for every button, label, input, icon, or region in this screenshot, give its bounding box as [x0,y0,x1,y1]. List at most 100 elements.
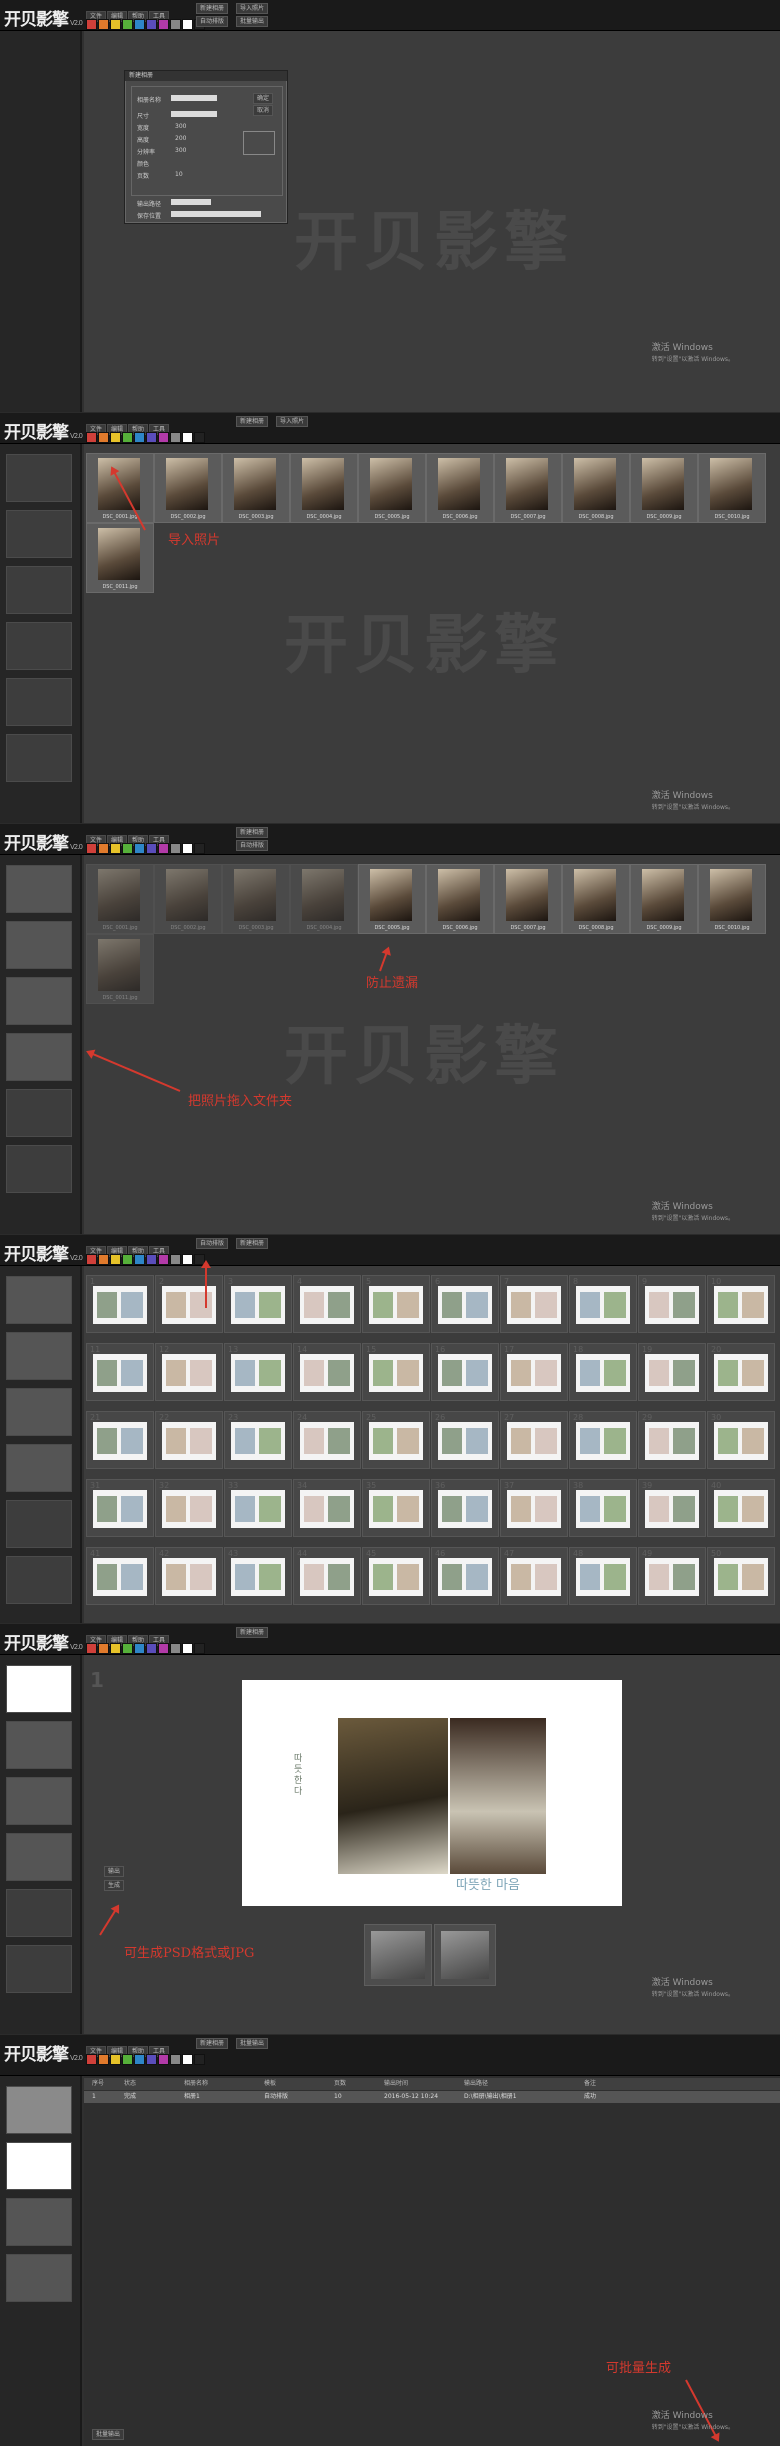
album-slot[interactable] [6,622,72,670]
color-swatch[interactable] [170,843,181,854]
layout-page-thumb[interactable]: 5 [362,1275,430,1333]
cancel-button[interactable]: 取消 [253,105,274,116]
color-swatch[interactable] [182,432,193,443]
new-album-button[interactable]: 新建相册 [236,1238,269,1249]
color-swatch[interactable] [134,19,145,30]
color-swatch[interactable] [146,1254,157,1265]
layout-page-thumb[interactable]: 45 [362,1547,430,1605]
layout-page-thumb[interactable]: 38 [569,1479,637,1537]
color-swatch[interactable] [158,843,169,854]
layout-page-thumb[interactable]: 46 [431,1547,499,1605]
width-value[interactable]: 300 [175,123,186,130]
album-slot[interactable] [6,1500,72,1548]
layout-page-thumb[interactable]: 31 [86,1479,154,1537]
column-header[interactable]: 输出时间 [384,2078,408,2090]
layout-page-thumb[interactable]: 13 [224,1343,292,1401]
photo-thumbnail[interactable]: DSC_0003.jpg [222,864,290,934]
album-name-input[interactable] [171,95,217,101]
color-swatch[interactable] [98,843,109,854]
color-swatch[interactable] [86,843,97,854]
column-header[interactable]: 页数 [334,2078,346,2090]
auto-layout-button[interactable]: 自动排版 [236,840,269,851]
layout-page-thumb[interactable]: 28 [569,1411,637,1469]
color-swatch[interactable] [86,2054,97,2065]
pages-value[interactable]: 10 [175,171,183,178]
layout-page-thumb[interactable]: 11 [86,1343,154,1401]
album-slot[interactable] [6,678,72,726]
photo-thumbnail[interactable]: DSC_0010.jpg [698,864,766,934]
layout-page-thumb[interactable]: 22 [155,1411,223,1469]
layout-page-thumb[interactable]: 10 [707,1275,775,1333]
column-header[interactable]: 相册名称 [184,2078,208,2090]
photo-thumbnail[interactable]: DSC_0004.jpg [290,453,358,523]
layout-page-thumb[interactable]: 36 [431,1479,499,1537]
color-swatch[interactable] [182,843,193,854]
color-swatch[interactable] [122,1254,133,1265]
new-album-button[interactable]: 新建相册 [236,416,269,427]
layout-page-thumb[interactable]: 34 [293,1479,361,1537]
album-slot-filled[interactable] [6,1332,72,1380]
color-swatch[interactable] [158,432,169,443]
color-swatch[interactable] [158,1643,169,1654]
generate-button[interactable]: 生成 [104,1880,125,1891]
album-slot-filled[interactable] [6,2198,72,2246]
photo-thumbnail[interactable]: DSC_0001.jpg [86,453,154,523]
color-swatch[interactable] [110,2054,121,2065]
batch-output-button[interactable]: 批量输出 [236,16,269,27]
album-page-preview[interactable]: 따듯한다 따뜻한 마음 [242,1680,622,1906]
color-swatch[interactable] [170,1254,181,1265]
layout-page-thumb[interactable]: 43 [224,1547,292,1605]
color-swatch[interactable] [194,2054,205,2065]
layout-page-thumb[interactable]: 25 [362,1411,430,1469]
album-slot-filled[interactable] [6,921,72,969]
album-slot-filled[interactable] [6,977,72,1025]
color-swatch[interactable] [110,1643,121,1654]
layout-page-thumb[interactable]: 17 [500,1343,568,1401]
auto-layout-button[interactable]: 自动排版 [196,16,229,27]
album-slot-filled[interactable] [6,1833,72,1881]
photo-thumbnail[interactable]: DSC_0009.jpg [630,864,698,934]
layout-page-thumb[interactable]: 47 [500,1547,568,1605]
color-swatch[interactable] [122,1643,133,1654]
layout-page-thumb[interactable]: 37 [500,1479,568,1537]
color-swatch[interactable] [86,19,97,30]
color-swatch[interactable] [182,19,193,30]
color-swatch[interactable] [194,843,205,854]
layout-page-thumb[interactable]: 26 [431,1411,499,1469]
photo-thumbnail[interactable]: DSC_0007.jpg [494,453,562,523]
photo-thumbnail[interactable]: DSC_0008.jpg [562,453,630,523]
album-slot-filled[interactable] [6,865,72,913]
new-album-button[interactable]: 新建相册 [236,1627,269,1638]
layout-page-thumb[interactable]: 32 [155,1479,223,1537]
column-header[interactable]: 序号 [92,2078,104,2090]
color-swatch[interactable] [122,2054,133,2065]
color-swatch[interactable] [86,432,97,443]
color-swatch[interactable] [86,1643,97,1654]
photo-thumbnail[interactable]: DSC_0005.jpg [358,453,426,523]
output-button[interactable]: 输出 [104,1866,125,1877]
batch-output-footer-button[interactable]: 批量输出 [92,2429,125,2440]
layout-page-thumb[interactable]: 9 [638,1275,706,1333]
table-row[interactable]: 1 完成 相册1 自动排版 10 2016-05-12 10:24 D:\相册\输出\相册1… [84,2091,780,2103]
layout-page-thumb[interactable]: 3 [224,1275,292,1333]
photo-thumbnail[interactable]: DSC_0011.jpg [86,934,154,1004]
layout-page-thumb[interactable]: 33 [224,1479,292,1537]
photo-thumbnail[interactable]: DSC_0006.jpg [426,453,494,523]
layout-page-thumb[interactable]: 39 [638,1479,706,1537]
album-slot-filled[interactable] [6,2086,72,2134]
color-swatch[interactable] [182,2054,193,2065]
layout-page-thumb[interactable]: 44 [293,1547,361,1605]
color-swatch[interactable] [158,19,169,30]
layout-page-thumb[interactable]: 21 [86,1411,154,1469]
color-swatch[interactable] [146,432,157,443]
layout-page-thumb[interactable]: 27 [500,1411,568,1469]
column-header[interactable]: 备注 [584,2078,596,2090]
auto-layout-button[interactable]: 自动排版 [196,1238,229,1249]
color-swatch[interactable] [122,19,133,30]
new-album-button[interactable]: 新建相册 [196,3,229,14]
album-slot[interactable] [6,1556,72,1604]
color-swatch[interactable] [98,1254,109,1265]
color-swatch[interactable] [98,1643,109,1654]
album-slot[interactable] [6,454,72,502]
layout-page-thumb[interactable]: 8 [569,1275,637,1333]
